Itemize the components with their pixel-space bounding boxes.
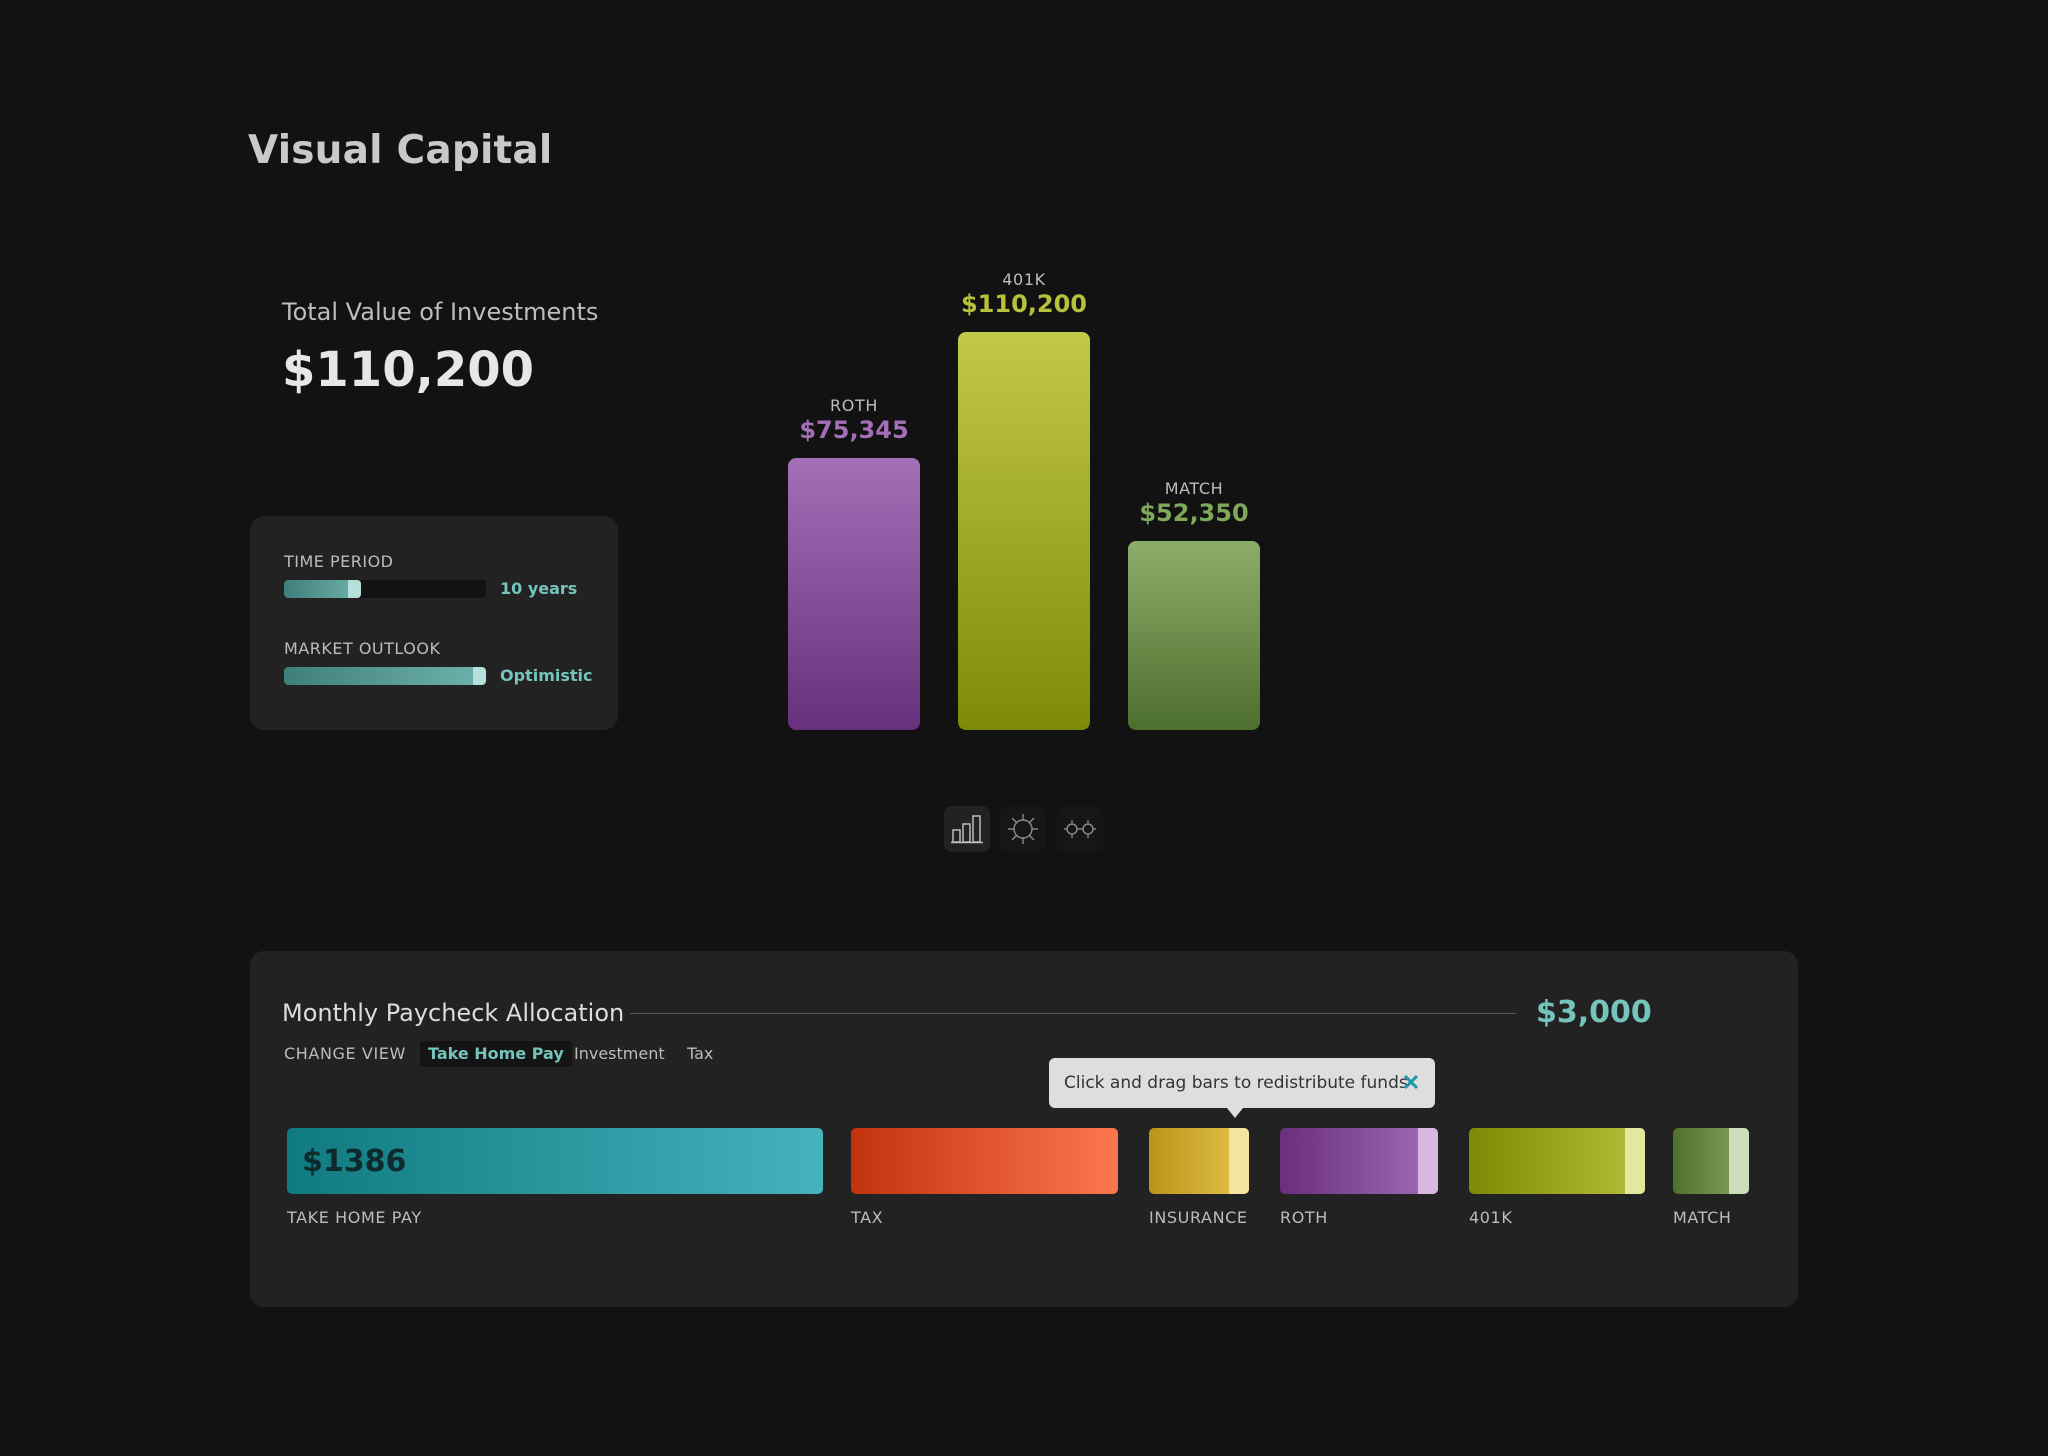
tooltip-arrow — [1227, 1108, 1243, 1118]
match-drag-handle[interactable] — [1729, 1128, 1749, 1194]
chart-bar-roth[interactable] — [788, 458, 920, 730]
allocation-label-401k: 401K — [1469, 1208, 1513, 1227]
chart-category-roth: ROTH — [830, 396, 878, 415]
allocation-bar-match[interactable] — [1673, 1128, 1749, 1194]
market-outlook-value: Optimistic — [500, 666, 593, 685]
401k-drag-handle[interactable] — [1625, 1128, 1645, 1194]
allocation-bar-401k[interactable] — [1469, 1128, 1645, 1194]
time-period-slider-handle[interactable] — [348, 580, 361, 598]
market-outlook-label: MARKET OUTLOOK — [284, 639, 441, 658]
compare-view-button[interactable] — [1057, 806, 1103, 852]
allocation-bar-take-home-pay[interactable]: $1386 — [287, 1128, 823, 1194]
bar-chart-view-button[interactable] — [944, 806, 990, 852]
chart-bar-match[interactable] — [1128, 541, 1260, 730]
market-outlook-slider[interactable] — [284, 667, 486, 685]
tooltip-close-button[interactable] — [1399, 1070, 1423, 1094]
market-outlook-slider-fill — [284, 667, 486, 685]
app-title: Visual Capital — [248, 128, 553, 173]
chart-bar-401k[interactable] — [958, 332, 1090, 730]
market-outlook-slider-handle[interactable] — [473, 667, 486, 685]
chart-value-match: $52,350 — [1139, 499, 1249, 527]
chart-category-401k: 401K — [1002, 270, 1046, 289]
drag-hint-tooltip: Click and drag bars to redistribute fund… — [1049, 1058, 1435, 1118]
allocation-label-insurance: INSURANCE — [1149, 1208, 1248, 1227]
compare-view-icon — [1064, 820, 1096, 838]
allocation-bar-tax[interactable] — [851, 1128, 1118, 1194]
tab-investment[interactable]: Investment — [566, 1041, 673, 1067]
allocation-label-roth: ROTH — [1280, 1208, 1328, 1227]
roth-drag-handle[interactable] — [1418, 1128, 1438, 1194]
allocation-title: Monthly Paycheck Allocation — [282, 999, 625, 1027]
bar-chart-view-icon — [951, 815, 983, 844]
allocation-total: $3,000 — [1536, 995, 1652, 1030]
time-period-value: 10 years — [500, 579, 578, 598]
insurance-drag-handle[interactable] — [1229, 1128, 1249, 1194]
tooltip-text: Click and drag bars to redistribute fund… — [1064, 1073, 1408, 1093]
radial-view-button[interactable] — [1000, 806, 1046, 852]
radial-view-icon — [1008, 814, 1038, 844]
tab-tax[interactable]: Tax — [679, 1041, 721, 1067]
controls-card: TIME PERIOD 10 years MARKET OUTLOOK Opti… — [250, 516, 618, 730]
allocation-bar-roth[interactable] — [1280, 1128, 1438, 1194]
total-value: $110,200 — [282, 342, 535, 398]
time-period-slider[interactable] — [284, 580, 486, 598]
take-home-amount: $1386 — [302, 1144, 407, 1179]
allocation-label-take-home-pay: TAKE HOME PAY — [287, 1208, 422, 1227]
time-period-label: TIME PERIOD — [284, 552, 394, 571]
allocation-divider — [630, 1013, 1516, 1014]
paycheck-allocation-card: Monthly Paycheck Allocation $3,000 CHANG… — [250, 951, 1798, 1307]
chart-category-match: MATCH — [1164, 479, 1224, 498]
allocation-bar-insurance[interactable] — [1149, 1128, 1249, 1194]
allocation-label-match: MATCH — [1673, 1208, 1732, 1227]
close-icon — [1403, 1074, 1419, 1090]
change-view-label: CHANGE VIEW — [284, 1044, 406, 1063]
tab-take-home-pay[interactable]: Take Home Pay — [420, 1041, 572, 1067]
chart-value-401k: $110,200 — [960, 290, 1087, 318]
allocation-label-tax: TAX — [851, 1208, 884, 1227]
total-value-label: Total Value of Investments — [282, 298, 599, 326]
chart-value-roth: $75,345 — [799, 416, 909, 444]
